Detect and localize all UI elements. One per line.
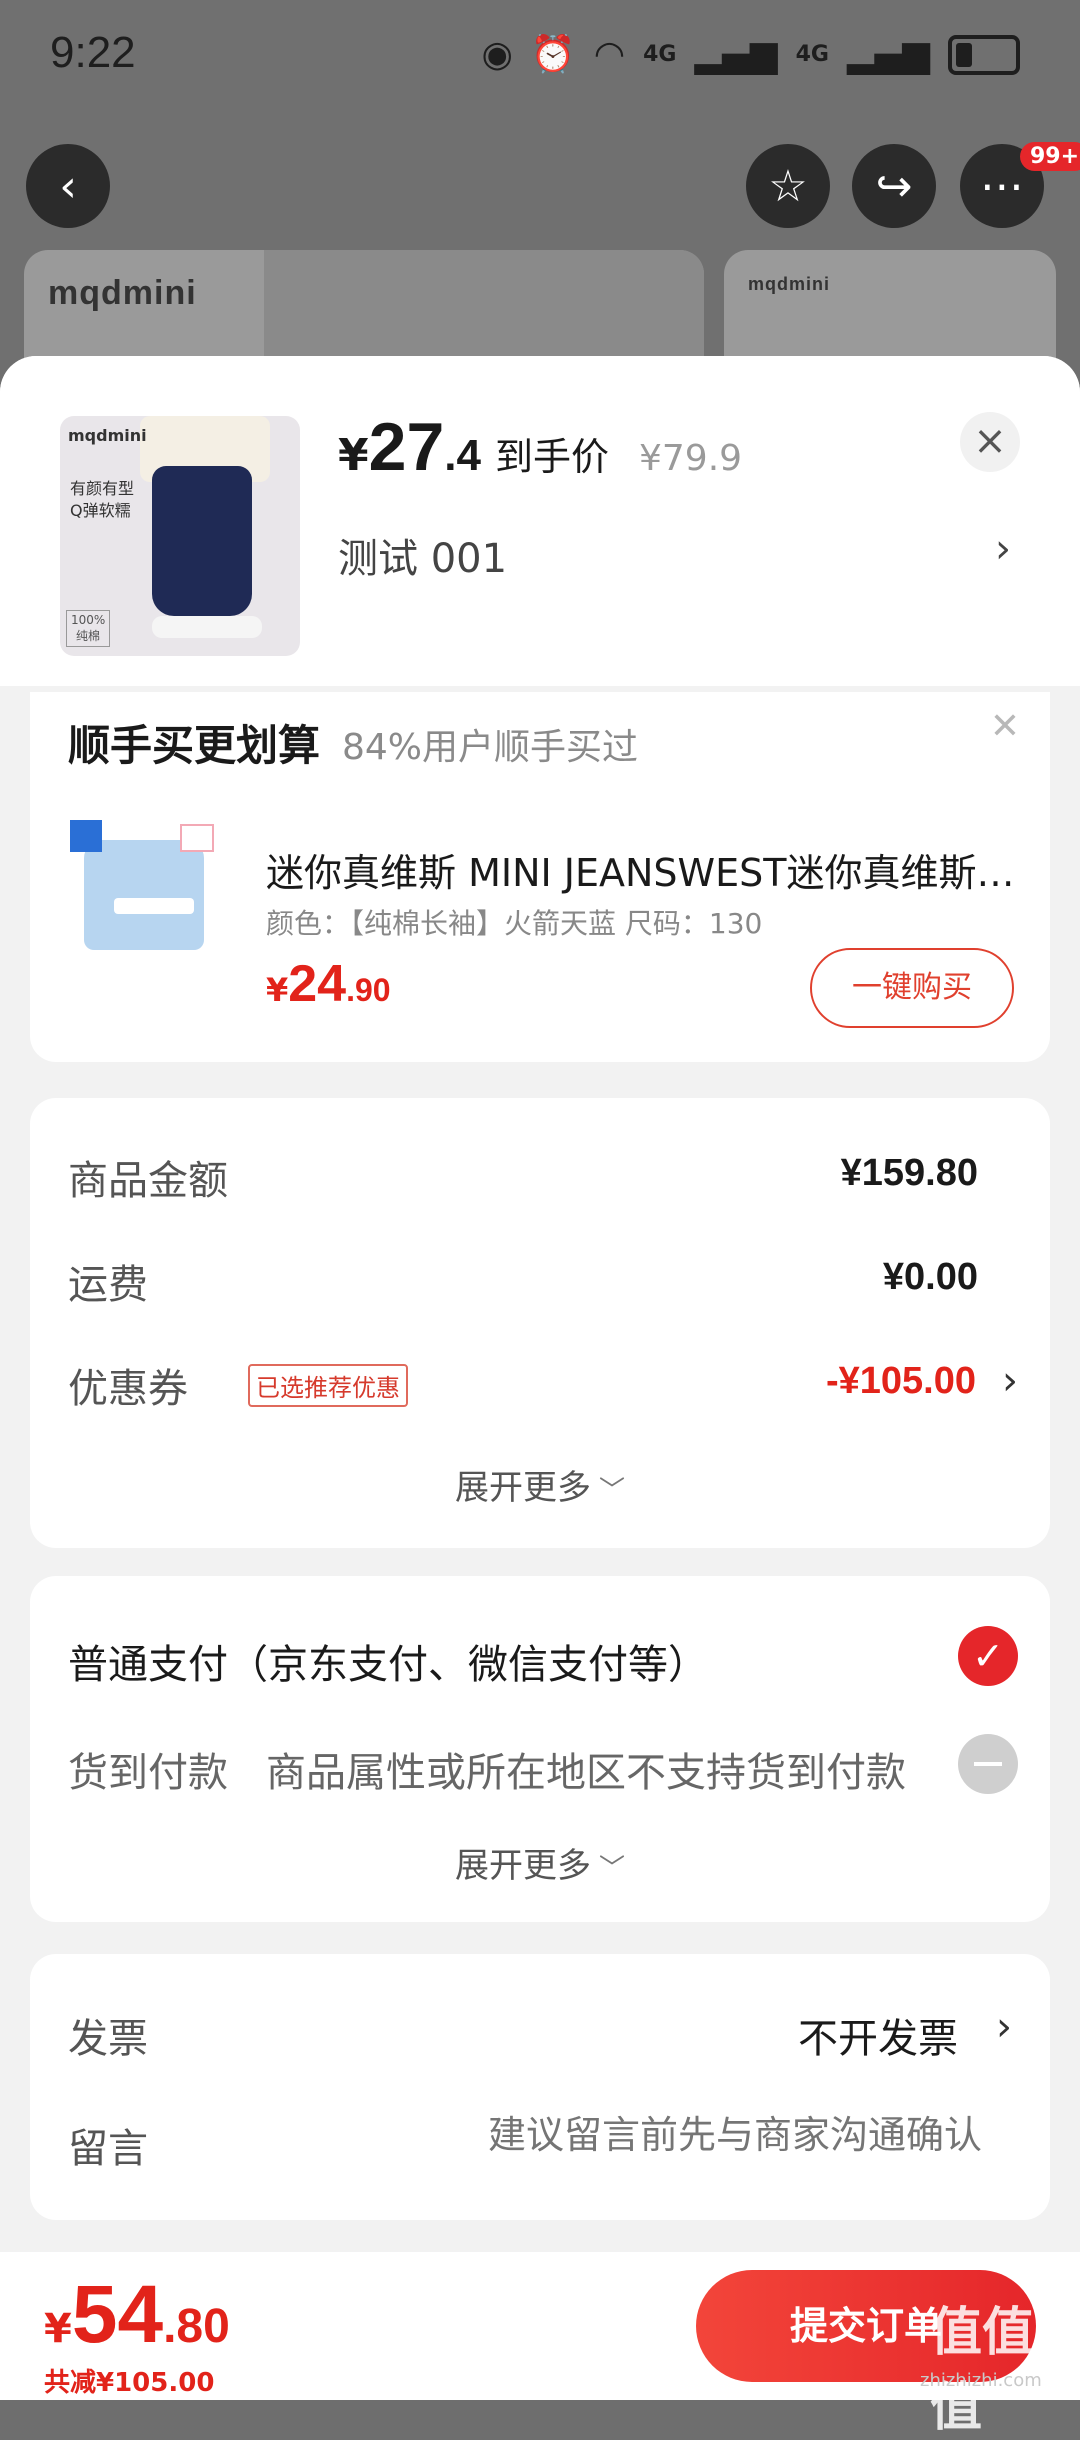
checkout-footer: ¥ 54 .80 共减¥105.00 提交订单 <box>0 2252 1080 2400</box>
price-currency: ¥ <box>338 430 369 481</box>
thumb-brand: mqdmini <box>68 426 147 445</box>
goods-amount-value: ¥159.80 <box>840 1152 978 1194</box>
signal-label-1: 4G <box>643 42 677 67</box>
product-thumbnail: mqdmini 有颜有型 Q弹软糯 100% 纯棉 <box>60 416 300 656</box>
price-label: 到手价 <box>494 435 609 479</box>
recommend-item-attrs: 颜色：【纯棉长袖】火箭天蓝 尺码：130 <box>266 907 763 940</box>
close-icon: × <box>973 418 1007 464</box>
one-click-buy-button[interactable]: 一键购买 <box>810 948 1014 1028</box>
favorite-button[interactable]: ☆ <box>746 144 830 228</box>
close-sheet-button[interactable]: × <box>960 412 1020 472</box>
payment-normal-label: 普通支付（京东支付、微信支付等） <box>68 1642 708 1688</box>
chevron-left-icon: ‹ <box>59 160 77 212</box>
status-bar: 9:22 ◉ ⏰ ◠ 4G ▂▄▆ 4G ▂▄▆ <box>0 0 1080 110</box>
goods-amount-label: 商品金额 <box>68 1158 228 1204</box>
signal-icon-2: ▂▄▆ <box>846 34 930 75</box>
invoice-note-card: 发票 不开发票 › 留言 <box>30 1954 1050 2220</box>
total-price: ¥ 54 .80 <box>44 2269 230 2360</box>
payment-cod-desc: 商品属性或所在地区不支持货到付款 <box>266 1750 906 1796</box>
amount-summary-card: 商品金额 ¥159.80 运费 ¥0.00 优惠券 已选推荐优惠 -¥105.0… <box>30 1098 1050 1548</box>
recommend-item-image[interactable] <box>70 820 220 960</box>
coupon-row[interactable]: 优惠券 已选推荐优惠 -¥105.00 › <box>68 1356 1018 1416</box>
recommend-card: 顺手买更划算 84%用户顺手买过 ✕ 迷你真维斯 MINI JEANSWEST迷… <box>30 692 1050 1062</box>
price-decimal: .4 <box>444 431 481 480</box>
note-input[interactable] <box>280 2112 984 2158</box>
total-saved: 共减¥105.00 <box>44 2368 215 2398</box>
payment-cod-label: 货到付款 <box>68 1750 228 1796</box>
payment-option-normal[interactable]: 普通支付（京东支付、微信支付等） ✓ <box>68 1626 1018 1696</box>
price-integer: 27 <box>368 409 445 485</box>
coupon-badge: 已选推荐优惠 <box>248 1364 408 1407</box>
watermark-logo: 值值值 <box>930 2303 1035 2438</box>
thumb-text: 有颜有型 Q弹软糯 <box>70 479 135 520</box>
shipping-row: 运费 ¥0.00 <box>68 1252 1018 1312</box>
invoice-value[interactable]: 不开发票 <box>798 2006 958 2064</box>
payment-option-cod: 货到付款 商品属性或所在地区不支持货到付款 <box>68 1734 1018 1804</box>
shipping-value: ¥0.00 <box>882 1256 978 1298</box>
eye-icon: ◉ <box>481 34 513 75</box>
battery-icon <box>948 35 1020 75</box>
thumb-tag: 100% 纯棉 <box>66 610 110 647</box>
back-button[interactable]: ‹ <box>26 144 110 228</box>
more-icon: ⋯ <box>980 160 1024 212</box>
checkout-sheet: mqdmini 有颜有型 Q弹软糯 100% 纯棉 ¥ 27 .4 到手价 ¥7… <box>0 356 1080 2400</box>
chevron-down-icon: ﹀ <box>598 1476 625 1506</box>
chevron-right-icon[interactable]: › <box>996 2004 1012 2050</box>
status-icons: ◉ ⏰ ◠ 4G ▂▄▆ 4G ▂▄▆ <box>481 30 1020 80</box>
status-time: 9:22 <box>50 28 136 77</box>
shipping-label: 运费 <box>68 1262 148 1308</box>
message-badge: 99+ <box>1020 142 1080 171</box>
recommend-subtitle: 84%用户顺手买过 <box>342 727 639 768</box>
recommend-title: 顺手买更划算 <box>68 721 321 770</box>
wifi-icon: ◠ <box>593 34 626 75</box>
chevron-down-icon: ﹀ <box>598 1854 625 1884</box>
disabled-icon <box>958 1734 1018 1794</box>
signal-label-2: 4G <box>795 42 829 67</box>
coupon-label: 优惠券 <box>68 1366 188 1412</box>
note-label: 留言 <box>68 2126 148 2172</box>
expand-more-button[interactable]: 展开更多 ﹀ <box>30 1838 1050 1887</box>
share-button[interactable]: ↪ <box>852 144 936 228</box>
alarm-icon: ⏰ <box>530 34 576 75</box>
watermark-url: zhizhizhi.com <box>920 2370 1042 2391</box>
bg-brand-logo-2: mqdmini <box>748 274 830 294</box>
expand-more-button[interactable]: 展开更多 ﹀ <box>30 1460 1050 1509</box>
goods-amount-row: 商品金额 ¥159.80 <box>68 1148 1018 1208</box>
final-price: ¥ 27 .4 到手价 ¥79.9 <box>338 408 742 486</box>
spec-selector[interactable]: 测试 001 <box>338 526 507 584</box>
payment-method-card: 普通支付（京东支付、微信支付等） ✓ 货到付款 商品属性或所在地区不支持货到付款… <box>30 1576 1050 1922</box>
chevron-right-icon[interactable]: › <box>995 526 1011 572</box>
coupon-value: -¥105.00 <box>825 1360 976 1402</box>
share-icon: ↪ <box>875 160 913 212</box>
star-icon: ☆ <box>768 160 808 212</box>
recommend-item-name[interactable]: 迷你真维斯 MINI JEANSWEST迷你真维斯童装 <box>266 842 1016 897</box>
recommend-close-icon[interactable]: ✕ <box>990 706 1020 747</box>
bg-brand-logo: mqdmini <box>48 274 197 312</box>
product-header: mqdmini 有颜有型 Q弹软糯 100% 纯棉 ¥ 27 .4 到手价 ¥7… <box>0 356 1080 686</box>
original-price: ¥79.9 <box>638 438 743 479</box>
signal-icon-1: ▂▄▆ <box>694 34 778 75</box>
invoice-label: 发票 <box>68 2016 148 2062</box>
check-icon[interactable]: ✓ <box>958 1626 1018 1686</box>
chevron-right-icon: › <box>1002 1358 1018 1404</box>
recommend-item-price: ¥ 24 .90 <box>266 955 391 1013</box>
